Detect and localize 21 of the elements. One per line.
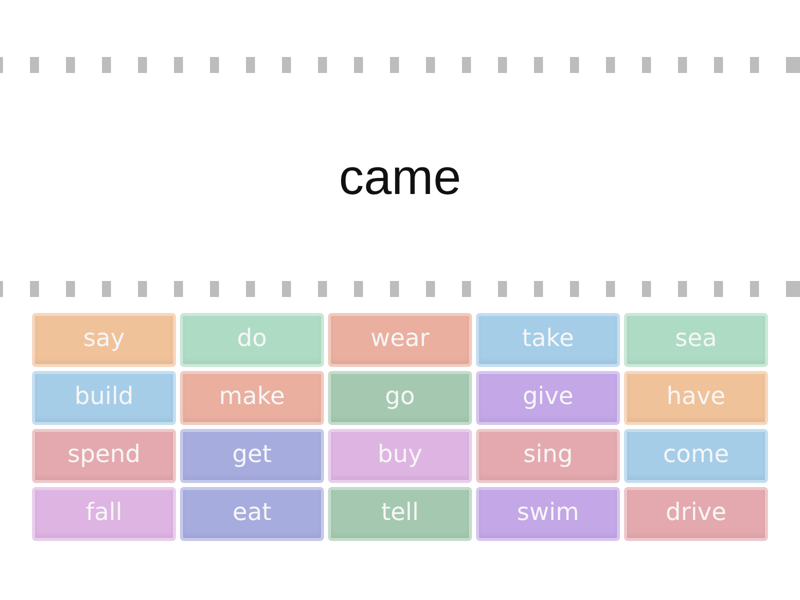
answer-tile[interactable]: say — [32, 313, 176, 367]
question-text: came — [338, 150, 462, 204]
answer-tile[interactable]: wear — [328, 313, 472, 367]
answer-tile[interactable]: do — [180, 313, 324, 367]
answer-tile[interactable]: build — [32, 371, 176, 425]
answer-tile[interactable]: take — [476, 313, 620, 367]
answer-tile[interactable]: sea — [624, 313, 768, 367]
answer-tile[interactable]: sing — [476, 429, 620, 483]
answer-tile[interactable]: swim — [476, 487, 620, 541]
answer-tile[interactable]: give — [476, 371, 620, 425]
answer-tile[interactable]: go — [328, 371, 472, 425]
answer-tile[interactable]: eat — [180, 487, 324, 541]
answer-tile[interactable]: have — [624, 371, 768, 425]
answer-tile[interactable]: get — [180, 429, 324, 483]
answer-tile[interactable]: fall — [32, 487, 176, 541]
answer-tile[interactable]: drive — [624, 487, 768, 541]
answer-tile[interactable]: buy — [328, 429, 472, 483]
answer-tile[interactable]: come — [624, 429, 768, 483]
answer-tile[interactable]: tell — [328, 487, 472, 541]
answer-tile[interactable]: make — [180, 371, 324, 425]
answer-tile[interactable]: spend — [32, 429, 176, 483]
